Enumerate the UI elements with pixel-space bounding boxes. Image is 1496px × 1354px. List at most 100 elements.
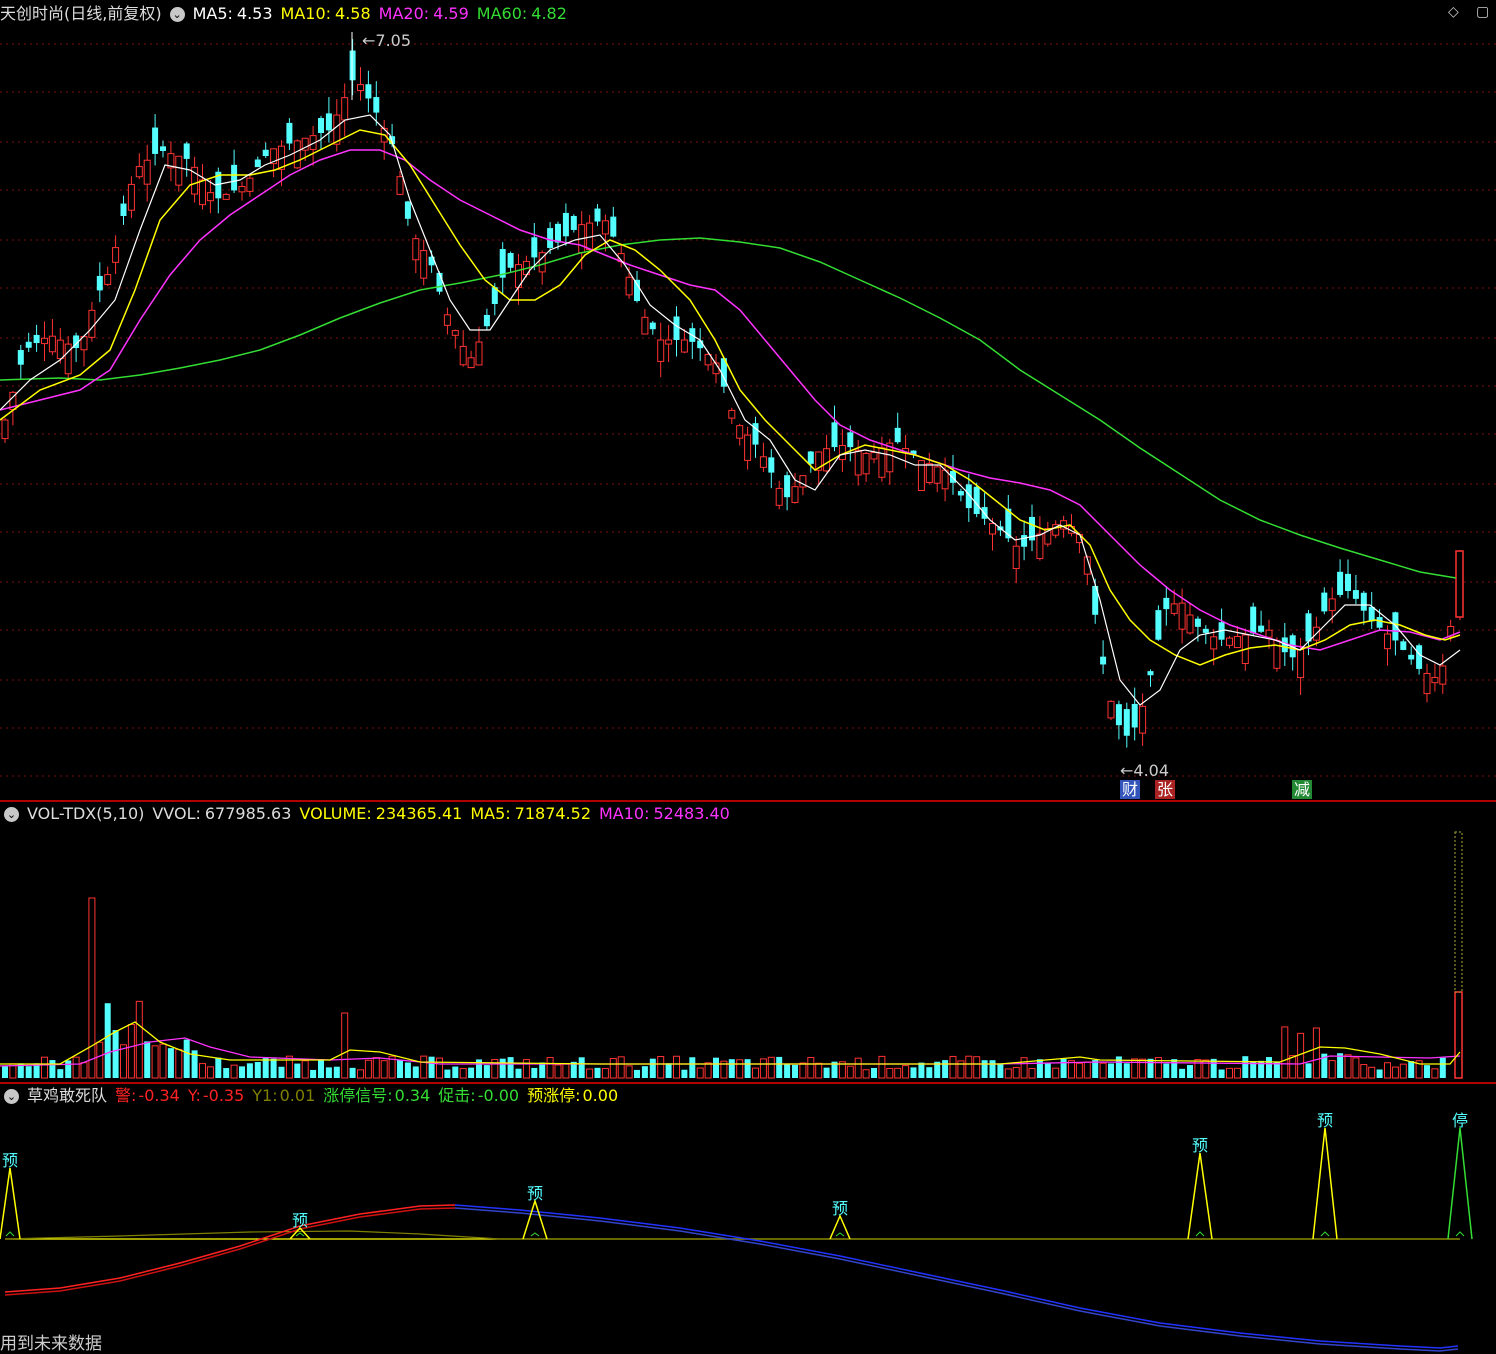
candle-body <box>286 122 293 144</box>
volume-bar <box>175 1048 183 1079</box>
volume-bar <box>981 1060 988 1078</box>
push-value: -0.00 <box>477 1086 520 1105</box>
candle-body <box>862 452 870 475</box>
volume-bar <box>657 1056 665 1079</box>
candle-body <box>1305 613 1312 642</box>
y-value: -0.35 <box>202 1086 245 1105</box>
candle-body <box>1178 602 1186 630</box>
candle-body <box>570 215 577 230</box>
volume-chart[interactable] <box>0 802 1496 1082</box>
signal-marker-label: 停 <box>1452 1111 1468 1130</box>
candle-body <box>160 146 166 151</box>
candle-body <box>48 335 56 353</box>
candle-body <box>791 486 799 503</box>
candle-body <box>1012 545 1020 569</box>
candle-body <box>870 452 878 460</box>
candle-body <box>1321 592 1328 612</box>
volume-bar <box>2 1066 8 1078</box>
volume-bar <box>1289 1055 1297 1079</box>
volume-bar <box>625 1065 633 1079</box>
candle-body <box>1408 654 1415 660</box>
volume-bar <box>949 1055 957 1079</box>
candle-body <box>547 228 554 248</box>
candle-body <box>143 159 151 185</box>
candle-body <box>238 186 246 193</box>
volume-bar <box>223 1068 230 1078</box>
collapse-circle-icon[interactable]: ⌄ <box>4 1088 19 1104</box>
candle-body <box>451 330 459 336</box>
volume-bar <box>1218 1069 1225 1078</box>
volume-bar <box>1179 1068 1186 1078</box>
y-line <box>4 1207 456 1296</box>
candle-body <box>894 427 901 443</box>
volume-bar <box>1360 1064 1368 1079</box>
volume-bar <box>325 1067 332 1078</box>
volume-bar <box>167 1048 174 1078</box>
candle-body <box>634 279 640 301</box>
virtual-volume-bar <box>1454 831 1463 993</box>
candle-body <box>784 475 791 498</box>
candle-body <box>728 409 736 419</box>
candle-body <box>807 451 814 464</box>
candle-body <box>199 179 206 206</box>
volume-bar <box>878 1055 886 1079</box>
candle-body <box>1139 705 1147 734</box>
candle-body <box>318 118 324 133</box>
candle-body <box>1328 598 1336 612</box>
volume-bar <box>807 1056 815 1079</box>
volume-bar <box>1060 1058 1067 1078</box>
volume-bar <box>554 1064 562 1079</box>
volume-bar <box>1004 1068 1012 1079</box>
candle-body <box>436 272 443 292</box>
volume-bar <box>862 1069 870 1079</box>
candle-body <box>1423 673 1431 695</box>
volume-bar <box>112 1030 119 1078</box>
candle-body <box>1194 618 1201 627</box>
volume-bar <box>989 1060 996 1078</box>
candle-body <box>96 275 103 291</box>
volume-bar <box>159 1043 167 1079</box>
volume-bar <box>1376 1069 1383 1078</box>
candle-body <box>1431 676 1439 684</box>
volume-bar <box>199 1063 206 1079</box>
signal-base-mark <box>835 1232 845 1237</box>
volume-bar <box>333 1066 340 1078</box>
candle-body <box>847 432 854 448</box>
candle-body <box>483 314 490 327</box>
indicator-chart[interactable]: 预预预预预预停 <box>0 1108 1496 1354</box>
candle-body <box>1100 656 1107 665</box>
candle-body <box>1360 592 1367 611</box>
future-data-notice: 用到未来数据 <box>0 1334 102 1354</box>
signal-base-mark <box>5 1231 15 1237</box>
volume-bar <box>1108 1063 1114 1078</box>
candle-body <box>349 50 356 81</box>
candle-body <box>135 166 143 178</box>
volume-bar <box>1391 1066 1399 1079</box>
volume-bar <box>404 1062 411 1078</box>
volume-bar <box>25 1066 32 1078</box>
volume-bar <box>871 1067 877 1078</box>
volume-bar <box>784 1064 791 1078</box>
candle-body <box>254 159 261 168</box>
pre-limit-value: 0.00 <box>582 1086 619 1105</box>
volume-bar <box>215 1057 222 1078</box>
volume-bar <box>318 1059 324 1078</box>
volume-bar <box>609 1058 617 1079</box>
volume-bar <box>546 1057 554 1079</box>
candle-body <box>1265 629 1273 638</box>
volume-bar <box>1020 1057 1028 1079</box>
warn-line <box>4 1204 456 1293</box>
candle-body <box>680 339 688 353</box>
candlestick-chart[interactable]: ←7.05 ←4.04财张 减 <box>0 0 1496 800</box>
candle-body <box>823 448 831 472</box>
volume-bar <box>823 1067 830 1078</box>
volume-bar <box>894 1067 902 1079</box>
candle-body <box>625 276 633 296</box>
volume-bar <box>1083 1061 1091 1079</box>
candle-body <box>507 253 514 268</box>
volume-bar <box>499 1058 506 1078</box>
candle-body <box>246 177 254 192</box>
candle-body <box>878 447 886 478</box>
candle-body <box>1368 606 1375 622</box>
volume-bar <box>206 1066 214 1079</box>
